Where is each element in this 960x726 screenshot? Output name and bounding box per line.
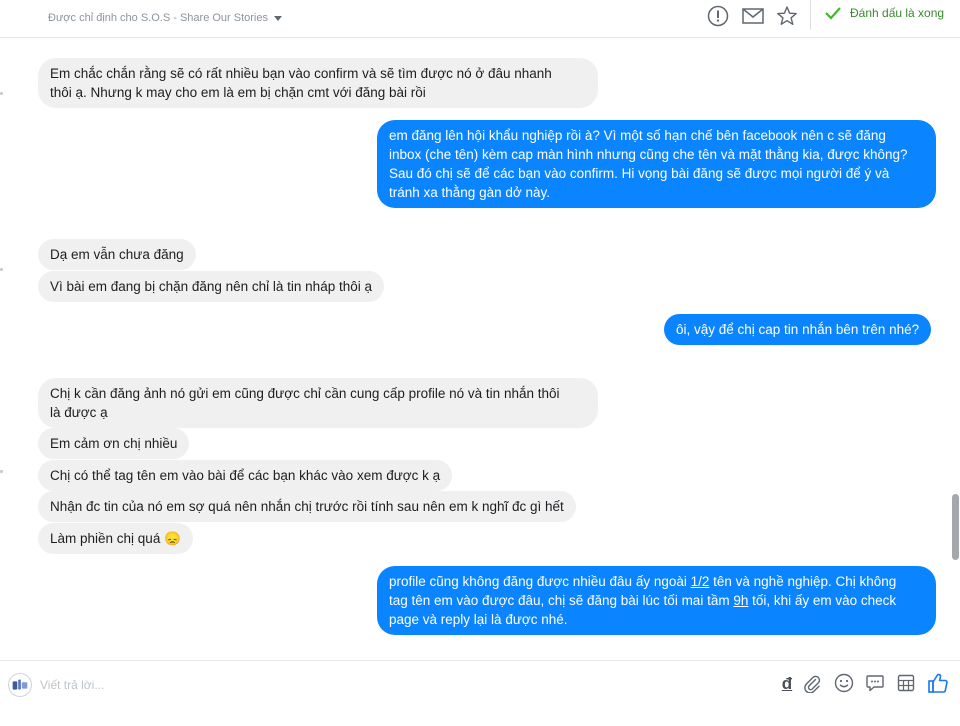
scrollbar-thumb[interactable] <box>952 494 959 560</box>
message-text: thôi ạ. Nhưng k may cho em là em bị chặn… <box>50 85 426 100</box>
message-text: ôi, vậy để chị cap tin nhắn bên trên nhé… <box>676 322 920 337</box>
edge-marker <box>0 92 3 95</box>
star-icon[interactable] <box>776 5 798 27</box>
message-text: Chị có thể tag tên em vào bài để các bạn… <box>50 468 441 483</box>
message-bubble-incoming: Chị có thể tag tên em vào bài để các bạn… <box>38 460 453 491</box>
page-avatar <box>8 673 32 697</box>
like-icon[interactable] <box>926 671 950 695</box>
message-text: Vì bài em đang bị chặn đăng nên chỉ là t… <box>50 279 372 294</box>
message-bubble-incoming: Dạ em vẫn chưa đăng <box>38 239 196 270</box>
template-icon[interactable] <box>894 671 918 695</box>
message-text: Em cảm ơn chị nhiều <box>50 436 178 451</box>
checkmark-icon <box>825 7 841 20</box>
currency-icon[interactable]: đ <box>775 671 799 695</box>
page-logo-icon <box>9 674 31 696</box>
message-text: Chị k cần đăng ảnh nó gửi em cũng được c… <box>50 386 560 401</box>
emoji-icon[interactable] <box>832 671 856 695</box>
message-text: là được ạ <box>50 405 108 420</box>
edge-marker <box>0 470 3 473</box>
message-text: Sau đó chị sẽ để các bạn vào confirm. Hi… <box>389 166 890 181</box>
message-text: em đăng lên hội khẩu nghiệp rồi à? Vì mộ… <box>389 128 886 143</box>
message-bubble-outgoing: profile cũng không đăng được nhiều đâu ấ… <box>377 566 936 635</box>
message-text: 1/2 <box>690 574 710 589</box>
chevron-down-icon <box>274 15 282 21</box>
message-bubble-incoming: Vì bài em đang bị chặn đăng nên chỉ là t… <box>38 271 384 302</box>
assignment-dropdown[interactable]: Được chỉ định cho S.O.S - Share Our Stor… <box>48 12 282 24</box>
message-text: tối, khi ấy em vào check <box>748 593 897 608</box>
envelope-icon[interactable] <box>742 5 764 27</box>
message-text: inbox (che tên) kèm cap màn hình nhưng c… <box>389 147 908 162</box>
attachment-icon[interactable] <box>800 671 824 695</box>
assigned-label: Được chỉ định cho S.O.S - Share Our Stor… <box>48 12 268 24</box>
conversation-header: Được chỉ định cho S.O.S - Share Our Stor… <box>0 0 960 38</box>
message-bubble-incoming: Nhận đc tin của nó em sợ quá nên nhắn ch… <box>38 491 576 522</box>
message-bubble-incoming: Em chắc chắn rằng sẽ có rất nhiều bạn và… <box>38 58 598 108</box>
message-bubble-incoming: Chị k cần đăng ảnh nó gửi em cũng được c… <box>38 378 598 428</box>
alert-icon[interactable] <box>707 5 729 27</box>
saved-reply-icon[interactable] <box>863 671 887 695</box>
mark-done-button[interactable]: Đánh dấu là xong <box>824 6 944 20</box>
reply-composer: đ <box>0 660 960 726</box>
mark-done-label: Đánh dấu là xong <box>850 6 945 20</box>
reply-input[interactable] <box>40 675 740 695</box>
message-text: tag tên em vào được đâu, chị sẽ đăng bài… <box>389 593 734 608</box>
message-text: tên và nghề nghiệp. Chị không <box>709 574 897 589</box>
header-divider <box>810 0 811 30</box>
message-bubble-incoming: Em cảm ơn chị nhiều <box>38 428 190 459</box>
message-bubble-outgoing: ôi, vậy để chị cap tin nhắn bên trên nhé… <box>664 314 932 345</box>
message-text: 9h <box>733 593 749 608</box>
currency-symbol: đ <box>781 673 793 693</box>
sad-face-emoji: 😞 <box>164 531 181 546</box>
message-text: Dạ em vẫn chưa đăng <box>50 247 184 262</box>
message-text: Nhận đc tin của nó em sợ quá nên nhắn ch… <box>50 499 564 514</box>
message-bubble-outgoing: em đăng lên hội khẩu nghiệp rồi à? Vì mộ… <box>377 120 936 208</box>
message-text: profile cũng không đăng được nhiều đâu ấ… <box>389 574 691 589</box>
message-text: tránh xa thằng gàn dở này. <box>389 185 550 200</box>
message-bubble-incoming: Làm phiền chị quá 😞 <box>38 523 193 554</box>
edge-marker <box>0 268 3 271</box>
message-text: Em chắc chắn rằng sẽ có rất nhiều bạn và… <box>50 66 552 81</box>
message-text: Làm phiền chị quá <box>50 531 161 546</box>
message-text: page và reply lại là được nhé. <box>389 612 568 627</box>
